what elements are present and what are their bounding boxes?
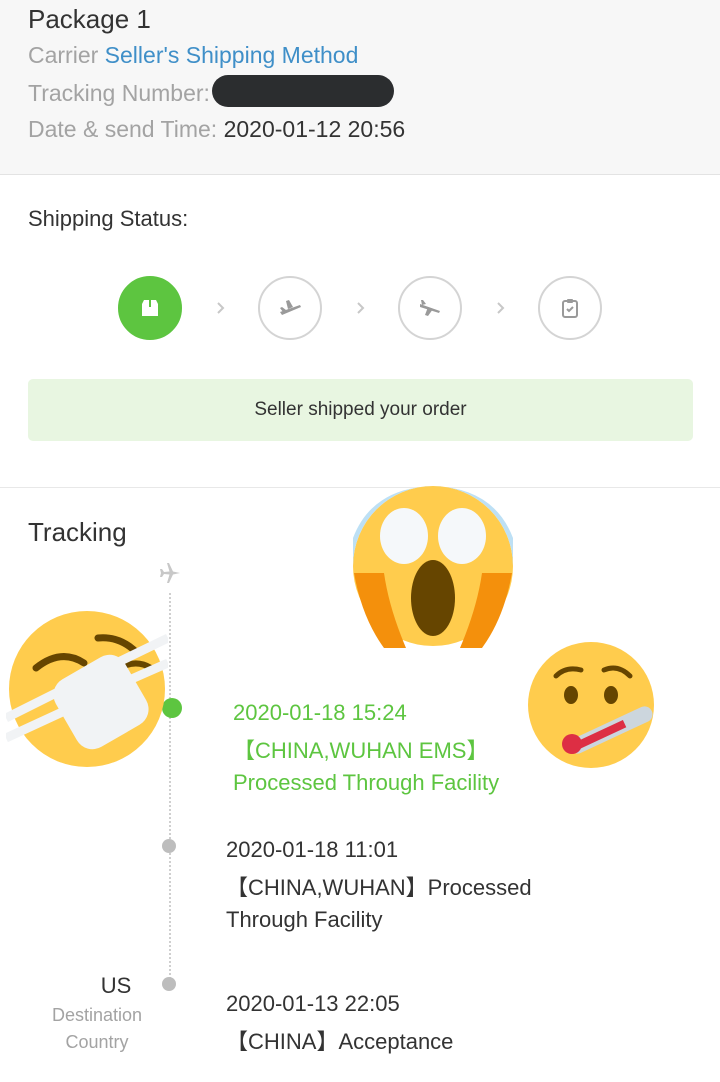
clipboard-check-icon	[562, 299, 578, 318]
date-row: Date & send Time: 2020-01-12 20:56	[28, 116, 405, 143]
shipping-status-title: Shipping Status:	[28, 206, 189, 231]
step-shipped	[118, 276, 182, 340]
event-desc: 【CHINA】Acceptance	[226, 1029, 454, 1054]
chevron-right-icon	[357, 302, 365, 314]
date-value: 2020-01-12 20:56	[223, 116, 406, 142]
carrier-row: Carrier Seller's Shipping Method	[28, 42, 358, 69]
tracking-number-row: Tracking Number:	[28, 75, 394, 111]
package-title: Package 1	[28, 4, 151, 34]
status-banner: Seller shipped your order	[28, 379, 693, 441]
event-desc: 【CHINA,WUHAN EMS】Processed Through Facil…	[233, 738, 500, 795]
timeline-dot	[162, 839, 176, 853]
event-time: 2020-01-18 11:01	[226, 837, 399, 862]
package-icon	[142, 300, 158, 316]
step-departed	[258, 276, 322, 340]
destination-country: US	[100, 973, 132, 998]
face-with-medical-mask-emoji	[6, 611, 168, 767]
airplane-icon	[160, 563, 180, 583]
package-info-panel: Package 1 Carrier Seller's Shipping Meth…	[0, 0, 720, 175]
timeline-line	[169, 593, 171, 983]
tracking-number-redacted	[211, 75, 394, 107]
event-time: 2020-01-13 22:05	[226, 991, 400, 1016]
step-arrived	[398, 276, 462, 340]
event-desc: 【CHINA,WUHAN】Processed Through Facility	[226, 875, 532, 932]
shipping-status-section: Shipping Status: Seller shipped your ord…	[0, 176, 720, 488]
tracking-number-label: Tracking Number:	[28, 80, 210, 107]
date-label: Date & send Time:	[28, 116, 218, 142]
chevron-right-icon	[497, 302, 505, 314]
carrier-link[interactable]: Seller's Shipping Method	[105, 42, 359, 68]
airplane-takeoff-icon	[280, 300, 301, 315]
face-screaming-in-fear-emoji	[353, 486, 513, 648]
chevron-right-icon	[217, 302, 225, 314]
face-with-thermometer-emoji	[528, 642, 654, 768]
airplane-landing-icon	[420, 300, 440, 316]
destination-label: Destination Country	[51, 1005, 143, 1052]
carrier-label: Carrier	[28, 42, 99, 68]
event-time: 2020-01-18 15:24	[233, 700, 407, 725]
tracking-title: Tracking	[28, 517, 127, 547]
step-delivered	[538, 276, 602, 340]
